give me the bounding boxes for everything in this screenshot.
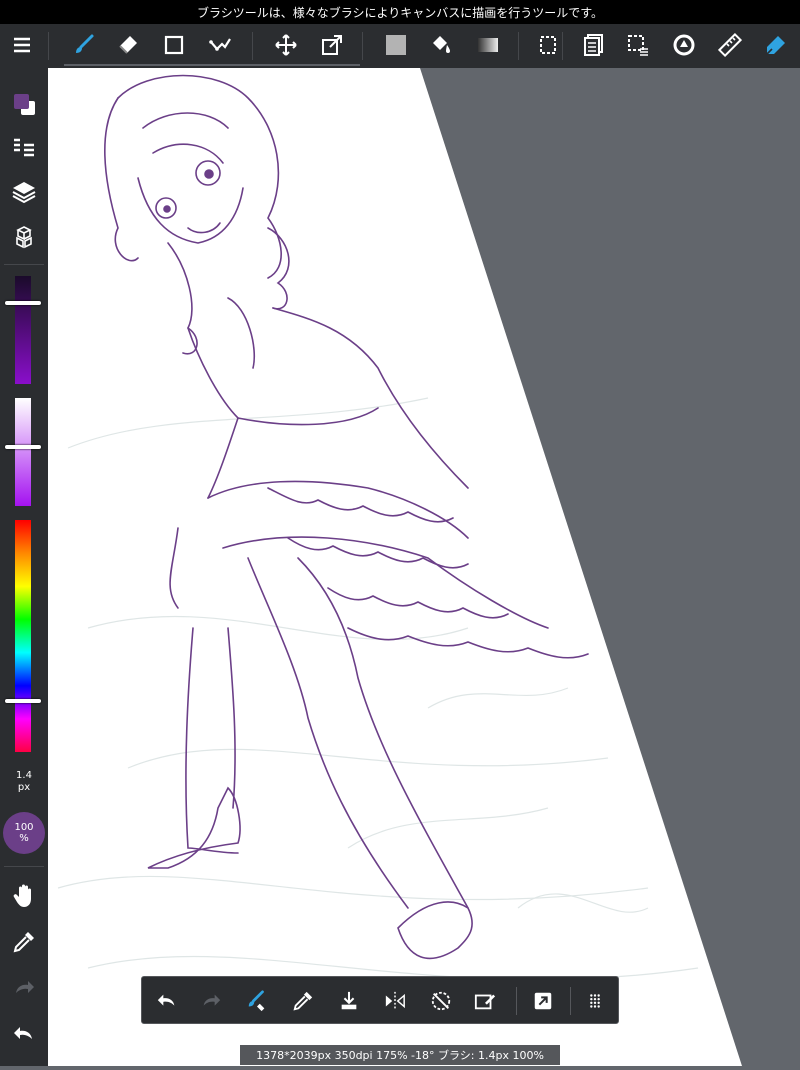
bucket-icon[interactable] xyxy=(422,28,458,62)
hue-slider[interactable] xyxy=(15,276,31,384)
tool-hint-text: ブラシツールは、様々なブラシによりキャンバスに描画を行うツールです。 xyxy=(196,5,604,20)
save-icon[interactable] xyxy=(332,984,366,1018)
undo-side-icon[interactable] xyxy=(6,1016,42,1052)
tool-group-underline xyxy=(64,64,360,66)
eraser-toggle-icon[interactable] xyxy=(240,984,274,1018)
menu-icon[interactable] xyxy=(4,28,40,62)
clear-icon[interactable] xyxy=(468,984,502,1018)
opacity-unit: % xyxy=(19,833,29,844)
pen-icon[interactable] xyxy=(758,28,794,62)
move-icon[interactable] xyxy=(268,28,304,62)
transform-icon[interactable] xyxy=(314,28,350,62)
rotate-icon[interactable] xyxy=(666,28,702,62)
shape-icon[interactable] xyxy=(156,28,192,62)
spectrum-slider-thumb[interactable] xyxy=(5,698,41,703)
3d-icon[interactable] xyxy=(6,220,42,256)
bottom-toolbar xyxy=(141,976,619,1024)
eyedropper-side-icon[interactable] xyxy=(6,924,42,960)
saturation-slider[interactable] xyxy=(15,398,31,506)
color-swatch[interactable] xyxy=(6,86,42,122)
canvas-svg xyxy=(48,68,800,1066)
gradient-icon[interactable] xyxy=(470,28,506,62)
brush-size-display[interactable]: 1.4 px xyxy=(0,770,48,794)
redo-side-icon[interactable] xyxy=(6,970,42,1006)
opacity-display[interactable]: 100 % xyxy=(3,812,45,854)
undo-icon[interactable] xyxy=(150,984,184,1018)
drawing-canvas[interactable] xyxy=(48,68,800,1066)
fullscreen-icon[interactable] xyxy=(526,984,560,1018)
color-spectrum-slider[interactable] xyxy=(15,520,31,752)
filter-icon[interactable] xyxy=(576,28,612,62)
flip-icon[interactable] xyxy=(378,984,412,1018)
tool-hint-bar: ブラシツールは、様々なブラシによりキャンバスに描画を行うツールです。 xyxy=(0,0,800,24)
layers-icon[interactable] xyxy=(6,174,42,210)
canvas-status-text: 1378*2039px 350dpi 175% -18° ブラシ: 1.4px … xyxy=(256,1049,544,1062)
foreground-color-swatch xyxy=(14,94,29,109)
eyedropper-icon[interactable] xyxy=(286,984,320,1018)
select-option-icon[interactable] xyxy=(620,28,656,62)
opacity-value: 100 xyxy=(14,822,34,833)
eraser-icon[interactable] xyxy=(110,28,146,62)
saturation-slider-thumb[interactable] xyxy=(5,444,41,449)
more-icon[interactable] xyxy=(578,984,612,1018)
left-toolbar: 1.4 px 100 % xyxy=(0,68,48,1066)
canvas-status-bar: 1378*2039px 350dpi 175% -18° ブラシ: 1.4px … xyxy=(240,1045,560,1065)
rotate-reset-icon[interactable] xyxy=(424,984,458,1018)
redo-icon[interactable] xyxy=(194,984,228,1018)
select-icon[interactable] xyxy=(530,28,566,62)
brush-icon[interactable] xyxy=(66,28,102,62)
ruler-icon[interactable] xyxy=(712,28,748,62)
material-icon[interactable] xyxy=(6,130,42,166)
brush-size-unit: px xyxy=(17,782,31,793)
top-toolbar xyxy=(0,24,800,69)
correction-icon[interactable] xyxy=(202,28,238,62)
hue-slider-thumb[interactable] xyxy=(5,301,41,305)
brush-size-value: 1.4 xyxy=(16,770,32,781)
hand-icon[interactable] xyxy=(6,878,42,914)
fill-icon[interactable] xyxy=(378,28,414,62)
